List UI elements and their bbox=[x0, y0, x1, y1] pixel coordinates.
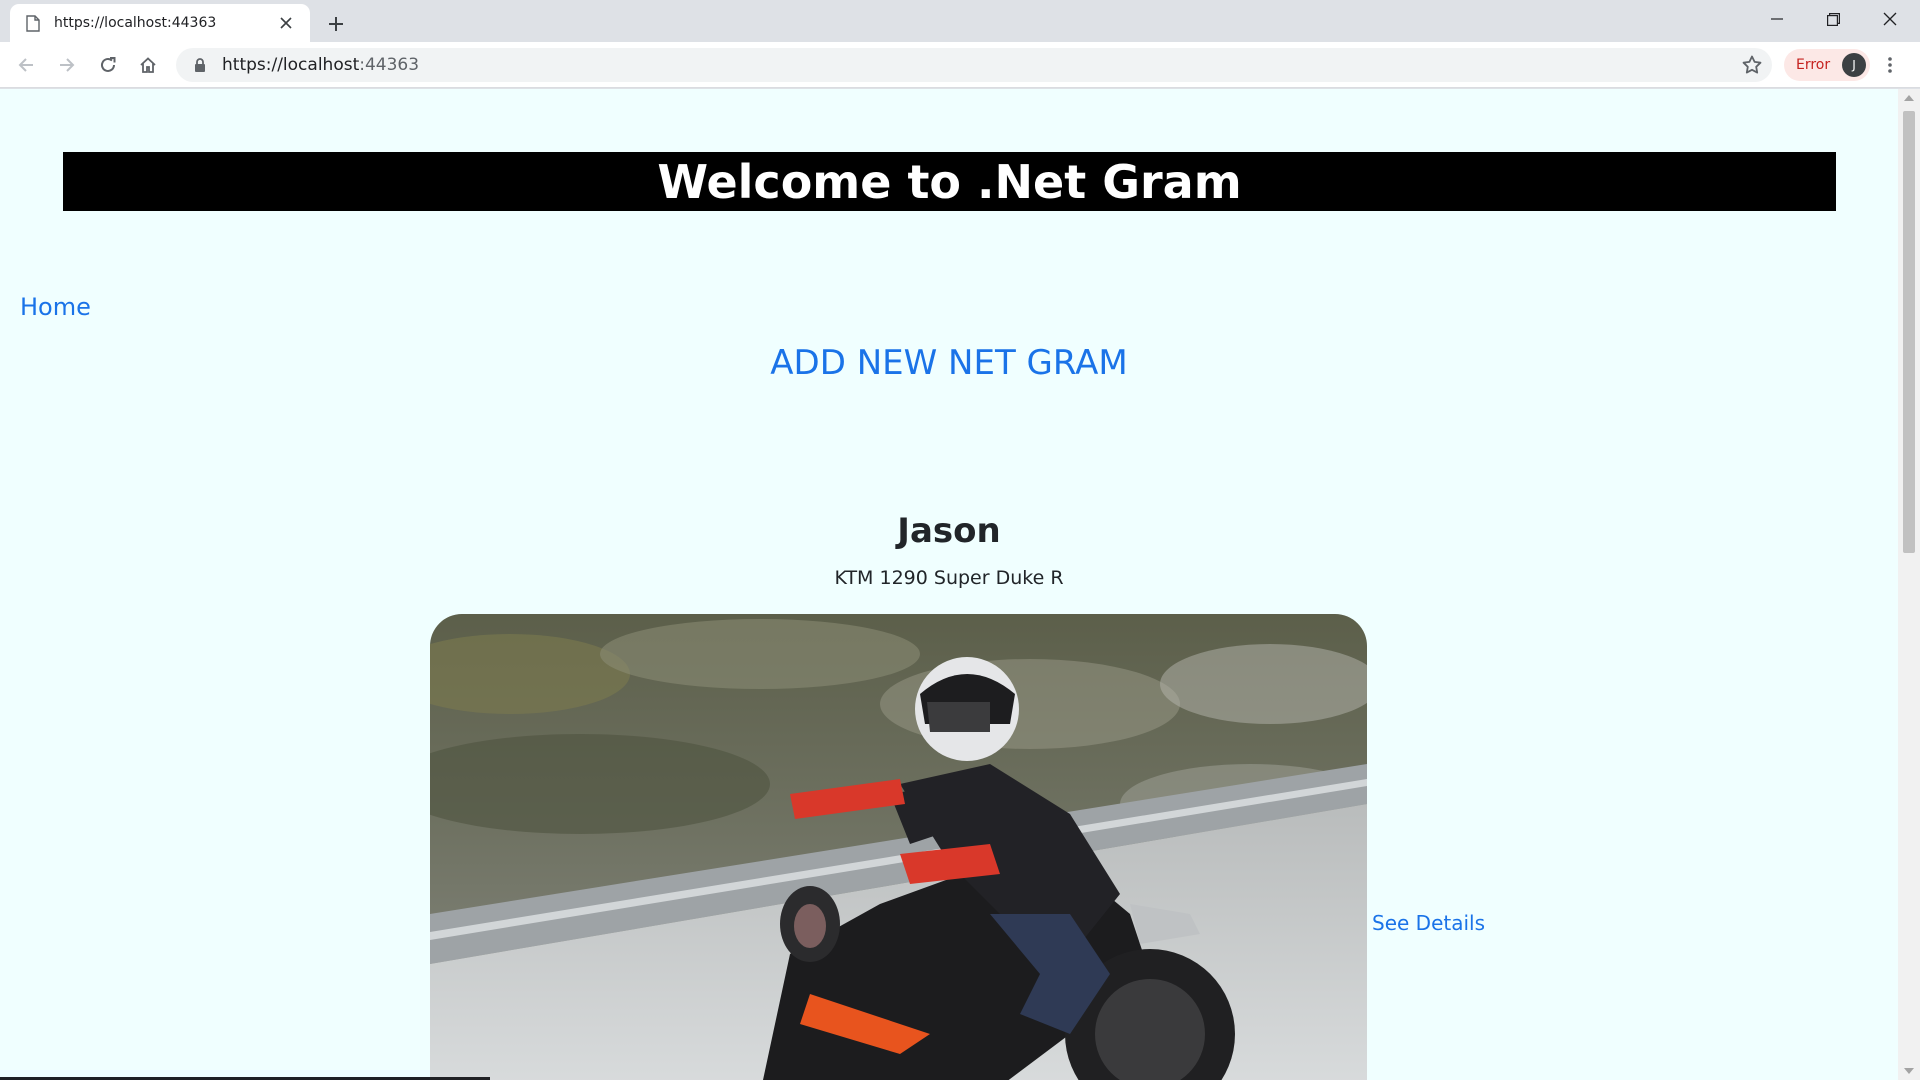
back-arrow-icon[interactable] bbox=[10, 49, 42, 81]
reload-icon[interactable] bbox=[92, 49, 124, 81]
page-title: Welcome to .Net Gram bbox=[657, 154, 1242, 209]
scrollbar-thumb[interactable] bbox=[1903, 111, 1915, 553]
motorcycle-rider-photo bbox=[430, 614, 1367, 1080]
bookmark-star-icon[interactable] bbox=[1740, 53, 1764, 77]
url-text[interactable]: https://localhost:44363 bbox=[222, 55, 419, 75]
browser-tab[interactable]: https://localhost:44363 bbox=[10, 4, 310, 42]
close-window-icon[interactable] bbox=[1862, 0, 1918, 38]
address-bar[interactable]: https://localhost:44363 bbox=[176, 48, 1772, 82]
scroll-down-icon[interactable] bbox=[1904, 1068, 1914, 1074]
kebab-menu-icon[interactable] bbox=[1876, 51, 1904, 79]
close-tab-icon[interactable] bbox=[274, 11, 298, 35]
add-new-net-gram-link[interactable]: ADD NEW NET GRAM bbox=[0, 343, 1898, 383]
see-details-link[interactable]: See Details bbox=[1372, 911, 1485, 935]
forward-arrow-icon[interactable] bbox=[51, 49, 83, 81]
tab-title: https://localhost:44363 bbox=[54, 15, 217, 31]
tab-strip: https://localhost:44363 bbox=[0, 0, 1920, 42]
new-tab-button[interactable] bbox=[322, 10, 350, 38]
page-viewport: Welcome to .Net Gram Home ADD NEW NET GR… bbox=[0, 89, 1898, 1080]
vertical-scrollbar[interactable] bbox=[1898, 89, 1920, 1080]
lock-icon[interactable] bbox=[192, 57, 208, 73]
site-banner: Welcome to .Net Gram bbox=[63, 152, 1836, 211]
browser-toolbar: https://localhost:44363 Error J bbox=[0, 42, 1920, 88]
page-icon bbox=[26, 14, 40, 32]
post-caption: KTM 1290 Super Duke R bbox=[834, 567, 1064, 589]
avatar: J bbox=[1842, 53, 1866, 77]
home-link[interactable]: Home bbox=[20, 293, 91, 321]
minimize-icon[interactable] bbox=[1749, 0, 1805, 38]
post-author: Jason bbox=[897, 511, 1001, 551]
restore-icon[interactable] bbox=[1805, 0, 1861, 38]
scroll-up-icon[interactable] bbox=[1904, 95, 1914, 101]
profile-error-chip[interactable]: Error J bbox=[1784, 49, 1870, 81]
profile-error-label: Error bbox=[1796, 57, 1831, 73]
home-icon[interactable] bbox=[132, 49, 164, 81]
